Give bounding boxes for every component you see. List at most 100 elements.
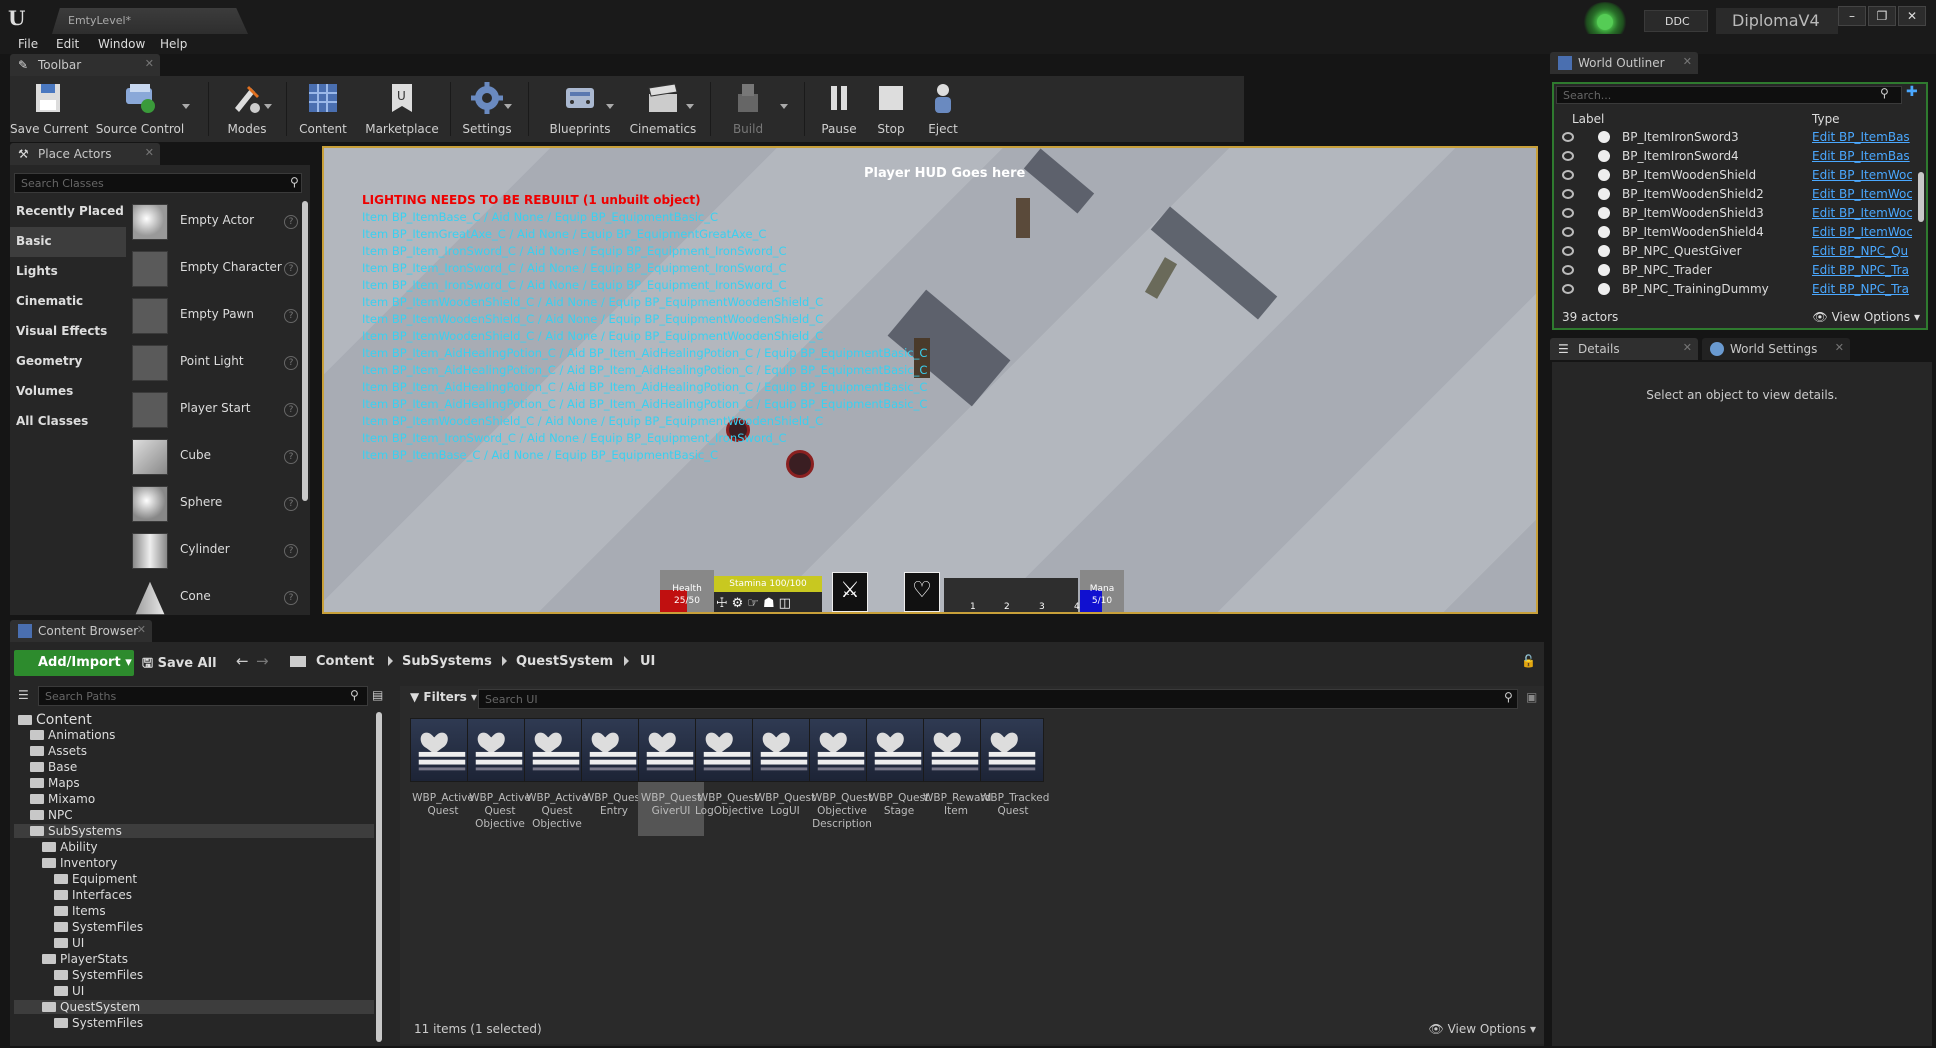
visibility-eye-icon[interactable] <box>1562 151 1574 161</box>
actor-empty-character[interactable]: Empty Character? <box>128 246 302 292</box>
actor-sphere[interactable]: Sphere? <box>128 481 302 527</box>
category-all-classes[interactable]: All Classes <box>10 407 126 437</box>
breadcrumb-subsystems[interactable]: SubSystems <box>402 654 492 669</box>
outliner-row[interactable]: BP_ItemWoodenShield Edit BP_ItemWoc <box>1554 166 1926 185</box>
breadcrumb-arrow-icon[interactable] <box>624 656 629 666</box>
outliner-search-input[interactable]: Search... <box>1556 86 1902 104</box>
actor-cone[interactable]: Cone? <box>128 575 302 621</box>
shield-pickup[interactable] <box>786 450 814 478</box>
search-icon[interactable]: ⚲ <box>290 175 299 189</box>
save-current-button[interactable]: Save Current <box>10 76 88 142</box>
actor-player-start[interactable]: Player Start? <box>128 387 302 433</box>
actor-empty-actor[interactable]: Empty Actor? <box>128 199 302 245</box>
visibility-eye-icon[interactable] <box>1562 170 1574 180</box>
outliner-row[interactable]: BP_NPC_TrainingDummy Edit BP_NPC_Tra <box>1554 280 1926 299</box>
close-tab-icon[interactable]: ✕ <box>1835 341 1844 354</box>
close-tab-icon[interactable]: ✕ <box>1683 341 1692 354</box>
scrollbar[interactable] <box>1918 172 1924 222</box>
save-search-icon[interactable]: ▣ <box>1526 690 1537 704</box>
folder-tree-item[interactable]: Base <box>14 760 374 774</box>
eject-button[interactable]: Eject <box>918 76 968 142</box>
actor-point-light[interactable]: Point Light? <box>128 340 302 386</box>
menu-window[interactable]: Window <box>98 37 145 51</box>
outliner-row[interactable]: BP_ItemIronSword4 Edit BP_ItemBas <box>1554 147 1926 166</box>
folder-tree-item[interactable]: SystemFiles <box>14 1016 374 1030</box>
category-recently-placed[interactable]: Recently Placed <box>10 197 126 227</box>
folder-tree-item[interactable]: Maps <box>14 776 374 790</box>
level-tab[interactable]: EmtyLevel* <box>52 8 248 34</box>
help-icon[interactable]: ? <box>284 403 298 417</box>
outliner-row[interactable]: BP_ItemIronSword3 Edit BP_ItemBas <box>1554 128 1926 147</box>
toolbar-tab[interactable]: ✎ Toolbar ✕ <box>10 54 160 76</box>
blueprints-dropdown-icon[interactable] <box>606 104 614 109</box>
breadcrumb-content[interactable]: Content <box>316 654 374 669</box>
stop-button[interactable]: Stop <box>866 76 916 142</box>
category-lights[interactable]: Lights <box>10 257 126 287</box>
view-options-button[interactable]: 👁 View Options ▾ <box>1429 1022 1537 1036</box>
blueprints-button[interactable]: Blueprints <box>536 76 624 142</box>
settings-button[interactable]: Settings <box>456 76 518 142</box>
content-button[interactable]: Content <box>292 76 354 142</box>
place-actors-tab[interactable]: ⚒ Place Actors ✕ <box>10 143 160 165</box>
search-icon[interactable]: ⚲ <box>1880 86 1889 100</box>
folder-tree-item[interactable]: QuestSystem <box>14 1000 374 1014</box>
outliner-row[interactable]: BP_NPC_QuestGiver Edit BP_NPC_Qu <box>1554 242 1926 261</box>
category-cinematic[interactable]: Cinematic <box>10 287 126 317</box>
help-icon[interactable]: ? <box>284 262 298 276</box>
close-tab-icon[interactable]: ✕ <box>137 623 146 636</box>
actor-empty-pawn[interactable]: Empty Pawn? <box>128 293 302 339</box>
world-settings-tab[interactable]: World Settings ✕ <box>1702 338 1850 360</box>
visibility-eye-icon[interactable] <box>1562 284 1574 294</box>
folder-tree-item[interactable]: Content <box>14 712 374 728</box>
details-tab[interactable]: ☰ Details ✕ <box>1550 338 1698 360</box>
scrollbar[interactable] <box>302 201 308 501</box>
source-control-dropdown-icon[interactable] <box>182 104 190 109</box>
category-volumes[interactable]: Volumes <box>10 377 126 407</box>
outliner-view-options-button[interactable]: 👁 View Options ▾ <box>1813 310 1921 324</box>
content-browser-tab[interactable]: Content Browser ✕ <box>10 620 152 642</box>
menu-help[interactable]: Help <box>160 37 187 51</box>
category-geometry[interactable]: Geometry <box>10 347 126 377</box>
visibility-eye-icon[interactable] <box>1562 189 1574 199</box>
filters-button[interactable]: ▼ Filters ▾ <box>410 690 477 704</box>
asset-tile[interactable]: WBP_Tracked Quest <box>980 718 1049 836</box>
path-view-options-icon[interactable]: ▤ <box>372 688 383 702</box>
folder-tree-item[interactable]: Mixamo <box>14 792 374 806</box>
help-icon[interactable]: ? <box>284 309 298 323</box>
folder-tree-item[interactable]: Items <box>14 904 374 918</box>
help-icon[interactable]: ? <box>284 215 298 229</box>
category-basic[interactable]: Basic <box>10 227 126 257</box>
world-outliner-tab[interactable]: World Outliner ✕ <box>1550 52 1698 74</box>
search-assets-input[interactable]: Search UI <box>478 689 1518 709</box>
visibility-eye-icon[interactable] <box>1562 132 1574 142</box>
add-icon[interactable]: ✚ <box>1906 84 1918 100</box>
close-tab-icon[interactable]: ✕ <box>145 146 154 159</box>
build-dropdown-icon[interactable] <box>780 104 788 109</box>
folder-tree-item[interactable]: SubSystems <box>14 824 374 838</box>
outliner-row[interactable]: BP_NPC_Trader Edit BP_NPC_Tra <box>1554 261 1926 280</box>
folder-tree-item[interactable]: Interfaces <box>14 888 374 902</box>
npc-character[interactable] <box>1144 257 1178 299</box>
search-paths-input[interactable]: Search Paths <box>38 686 368 706</box>
folder-tree-item[interactable]: SystemFiles <box>14 968 374 982</box>
visibility-eye-icon[interactable] <box>1562 227 1574 237</box>
cinematics-button[interactable]: Cinematics <box>622 76 704 142</box>
actor-cylinder[interactable]: Cylinder? <box>128 528 302 574</box>
menu-file[interactable]: File <box>18 37 38 51</box>
pause-button[interactable]: Pause <box>814 76 864 142</box>
ddc-button[interactable]: DDC <box>1644 10 1708 32</box>
folder-tree-item[interactable]: NPC <box>14 808 374 822</box>
search-icon[interactable]: ⚲ <box>350 688 359 702</box>
folder-tree-item[interactable]: Ability <box>14 840 374 854</box>
folder-tree-item[interactable]: SystemFiles <box>14 920 374 934</box>
maximize-icon[interactable]: ❐ <box>1868 6 1896 26</box>
sword-ability-icon[interactable]: ⚔ <box>832 572 868 612</box>
actor-cube[interactable]: Cube? <box>128 434 302 480</box>
close-tab-icon[interactable]: ✕ <box>145 57 154 70</box>
modes-button[interactable]: Modes <box>214 76 280 142</box>
folder-tree-item[interactable]: UI <box>14 936 374 950</box>
tree-toggle-icon[interactable]: ☰ <box>18 688 29 702</box>
forward-arrow-icon[interactable]: → <box>256 652 269 670</box>
close-tab-icon[interactable]: ✕ <box>1683 55 1692 68</box>
folder-tree-item[interactable]: UI <box>14 984 374 998</box>
